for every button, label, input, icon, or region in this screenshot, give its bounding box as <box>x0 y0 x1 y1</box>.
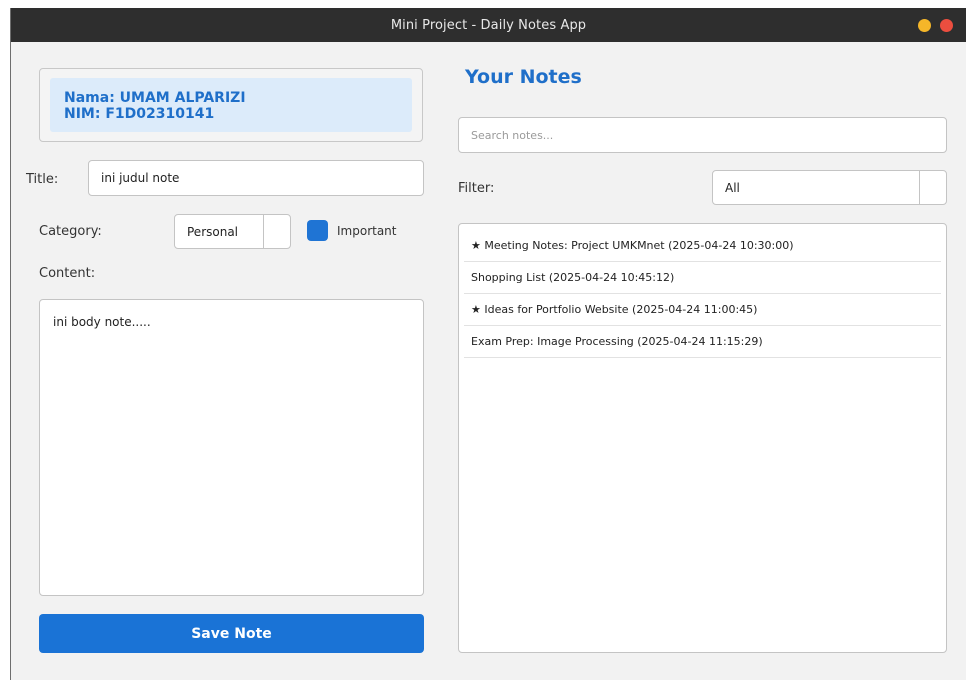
minimize-icon[interactable] <box>918 19 931 32</box>
category-select[interactable]: Personal <box>174 214 291 249</box>
category-label: Category: <box>39 224 102 239</box>
list-item[interactable]: ★ Meeting Notes: Project UMKMnet (2025-0… <box>464 230 941 262</box>
title-label: Title: <box>26 172 59 187</box>
save-note-button[interactable]: Save Note <box>39 614 424 653</box>
app-window: Mini Project - Daily Notes App Nama: UMA… <box>10 8 966 680</box>
chevron-down-icon[interactable] <box>263 215 290 248</box>
student-info: Nama: UMAM ALPARIZI NIM: F1D02310141 <box>50 78 412 132</box>
title-bar[interactable]: Mini Project - Daily Notes App <box>11 8 966 42</box>
notes-list[interactable]: ★ Meeting Notes: Project UMKMnet (2025-0… <box>458 223 947 653</box>
list-item[interactable]: Shopping List (2025-04-24 10:45:12) <box>464 262 941 294</box>
content-textarea[interactable]: ini body note..... <box>39 299 424 596</box>
content-label: Content: <box>39 266 96 281</box>
important-label: Important <box>337 224 397 238</box>
important-checkbox[interactable] <box>307 220 328 241</box>
close-icon[interactable] <box>940 19 953 32</box>
search-input[interactable]: Search notes... <box>458 117 947 153</box>
filter-select-value: All <box>725 180 740 195</box>
student-nim: NIM: F1D02310141 <box>64 106 215 122</box>
window-title: Mini Project - Daily Notes App <box>390 17 587 33</box>
title-input-value: ini judul note <box>101 171 180 185</box>
filter-label: Filter: <box>458 181 495 196</box>
chevron-down-icon[interactable] <box>919 171 946 204</box>
content-textarea-value: ini body note..... <box>53 315 151 329</box>
list-item[interactable]: Exam Prep: Image Processing (2025-04-24 … <box>464 326 941 358</box>
student-info-box: Nama: UMAM ALPARIZI NIM: F1D02310141 <box>39 68 423 142</box>
filter-select[interactable]: All <box>712 170 947 205</box>
title-input[interactable]: ini judul note <box>88 160 424 196</box>
category-select-value: Personal <box>187 224 239 239</box>
notes-heading: Your Notes <box>465 66 582 88</box>
search-placeholder: Search notes... <box>471 128 554 142</box>
list-item[interactable]: ★ Ideas for Portfolio Website (2025-04-2… <box>464 294 941 326</box>
student-name: Nama: UMAM ALPARIZI <box>64 90 246 106</box>
